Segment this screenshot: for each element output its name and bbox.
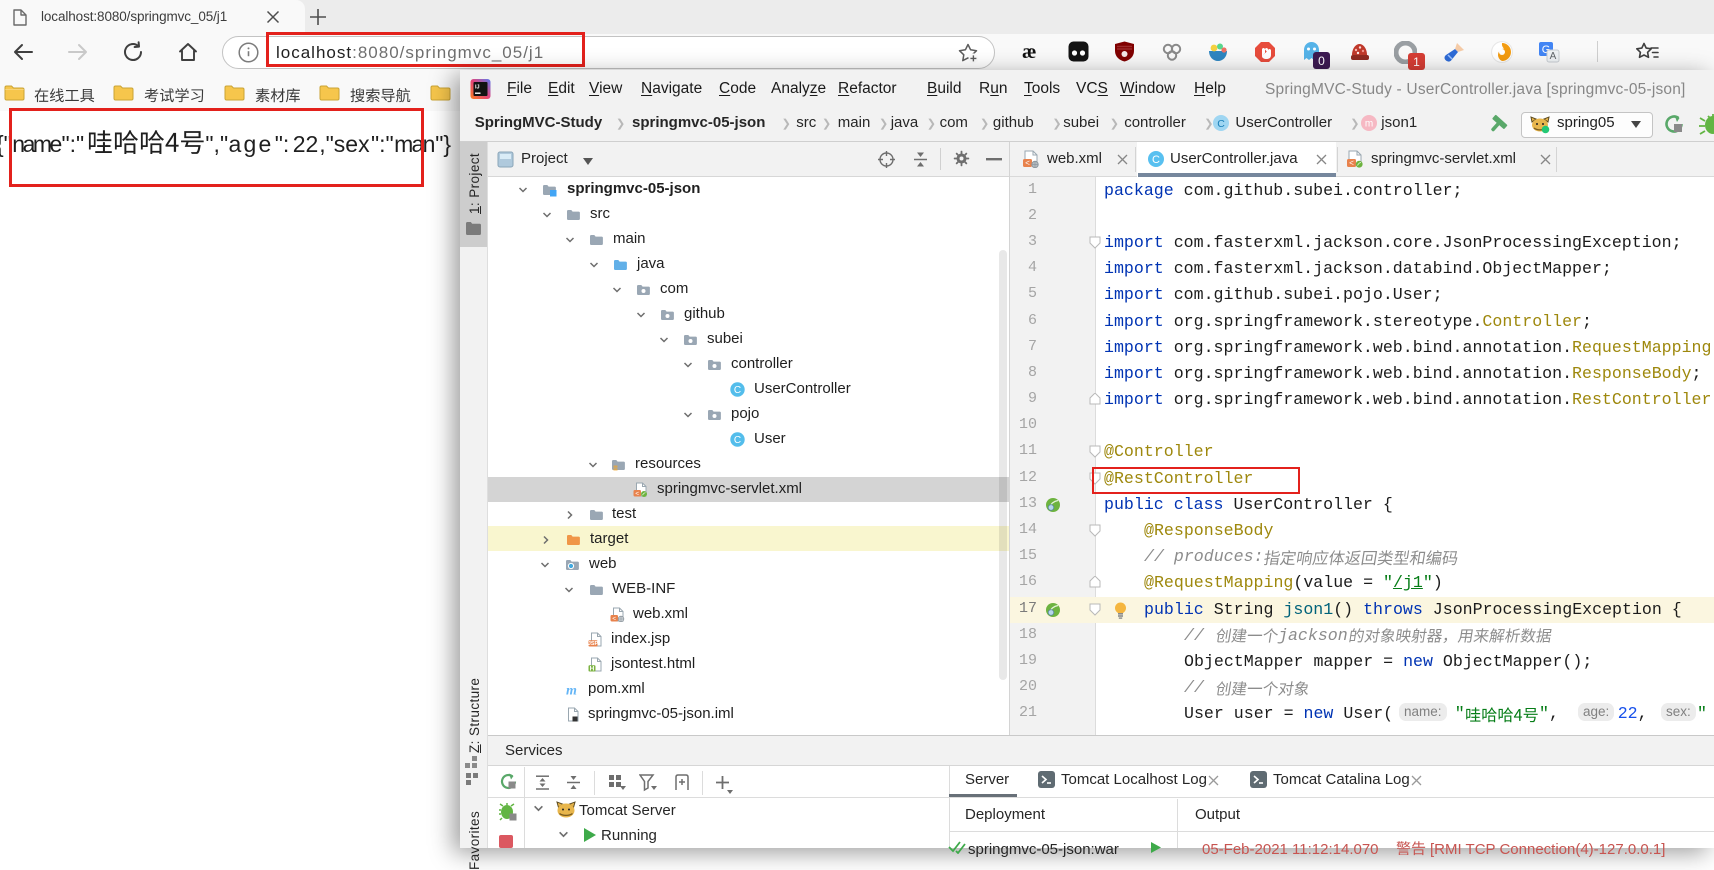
svg-text:1: 1	[1413, 55, 1420, 69]
svg-text:m: m	[566, 683, 577, 697]
svg-text:C: C	[1217, 118, 1225, 130]
svg-text:<: <	[1349, 160, 1354, 169]
svg-text:<: <	[612, 615, 616, 622]
svg-text:<: <	[635, 490, 639, 497]
svg-text:C: C	[734, 385, 741, 396]
svg-text:IJ: IJ	[475, 85, 480, 91]
svg-text:C: C	[1152, 154, 1160, 166]
svg-text:0: 0	[1318, 54, 1325, 68]
svg-text:JSP: JSP	[588, 641, 598, 647]
svg-text:C: C	[734, 435, 741, 446]
svg-text:<: <	[1025, 160, 1030, 169]
svg-text:A: A	[1550, 51, 1557, 62]
svg-text:m: m	[1365, 119, 1373, 130]
svg-text:H: H	[590, 665, 595, 672]
